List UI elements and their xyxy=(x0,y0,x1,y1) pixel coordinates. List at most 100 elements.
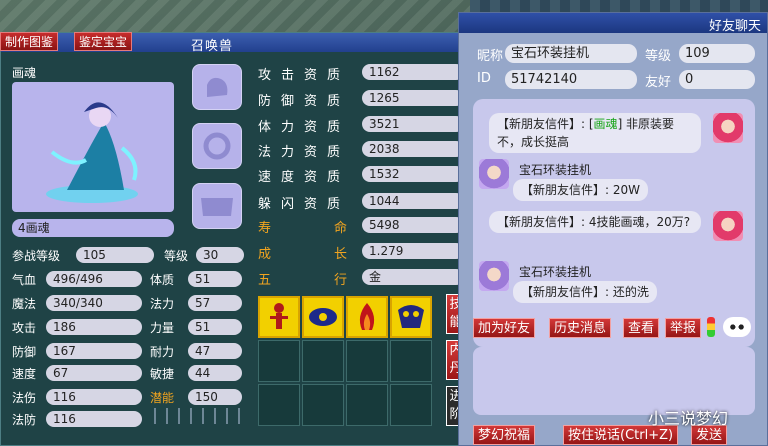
equip-slot-2-icon xyxy=(203,132,231,160)
nickname-label: 昵称 xyxy=(477,49,504,64)
equip-slot-3-icon xyxy=(201,198,233,216)
eye-skill-icon xyxy=(309,308,337,326)
life-label-2: 命 xyxy=(334,221,348,236)
stat-value-endurance: 47 xyxy=(188,343,242,359)
make-catalog-tab[interactable]: 制作图鉴 xyxy=(0,32,59,51)
aptitude-value-speed: 1532 xyxy=(362,166,464,182)
stat-label-potential: 潜能 xyxy=(150,391,175,405)
stat-value-hp: 496/496 xyxy=(46,271,142,287)
stat-value-strength: 51 xyxy=(188,319,242,335)
equip-slot-1[interactable] xyxy=(192,64,242,110)
id-value: 51742140 xyxy=(505,70,637,89)
join-level-value: 105 xyxy=(76,247,154,263)
stat-label-strength: 力量 xyxy=(150,321,175,335)
equip-slot-1-icon xyxy=(207,77,228,97)
join-level-label: 参战等级 xyxy=(12,249,61,263)
emoji-icon[interactable] xyxy=(723,317,751,337)
level-label: 等级 xyxy=(164,249,189,263)
pet-type-label: 画魂 xyxy=(12,66,37,80)
identify-pet-tab[interactable]: 鉴定宝宝 xyxy=(74,32,133,51)
message-list[interactable]: 【新朋友信件】: [画魂] 非原装要不，成长挺高 宝石环装挂机 【新朋友信件】:… xyxy=(473,99,755,347)
decorative-border xyxy=(154,408,240,424)
equip-slot-3[interactable] xyxy=(192,183,242,229)
friend-avatar-2 xyxy=(479,261,509,291)
life-value: 5498 xyxy=(362,217,464,233)
message-4-sender: 宝石环装挂机 xyxy=(519,265,592,279)
stat-label-magic-damage: 法伤 xyxy=(12,391,37,405)
aptitude-label-speed: 速度资质 xyxy=(258,170,351,185)
nickname-value: 宝石环装挂机 xyxy=(505,44,637,63)
stat-value-constitution: 51 xyxy=(188,271,242,287)
stat-value-agility: 44 xyxy=(188,365,242,381)
view-button[interactable]: 查看 xyxy=(623,318,660,338)
stat-label-speed: 速度 xyxy=(12,367,37,381)
id-label: ID xyxy=(477,71,491,86)
growth-value: 1.279 xyxy=(362,243,464,259)
stat-value-speed: 67 xyxy=(46,365,142,381)
status-light-icon xyxy=(707,317,715,337)
summon-window-title: 召唤兽 xyxy=(191,39,234,54)
summon-titlebar[interactable] xyxy=(1,33,477,52)
stat-value-mp: 340/340 xyxy=(46,295,142,311)
skill-slot-6[interactable] xyxy=(302,340,344,382)
self-avatar xyxy=(713,113,743,143)
self-avatar-2 xyxy=(713,211,743,241)
aptitude-value-defense: 1265 xyxy=(362,90,464,106)
message-1: 【新朋友信件】: [画魂] 非原装要不，成长挺高 xyxy=(489,113,701,153)
friend-level-label: 等级 xyxy=(645,49,672,64)
demon-skill-icon xyxy=(398,305,424,328)
skill-slot-2[interactable] xyxy=(302,296,344,338)
friend-level-value: 109 xyxy=(679,44,755,63)
message-2: 【新朋友信件】: 20W xyxy=(513,179,648,201)
friend-avatar xyxy=(479,159,509,189)
skill-slot-11[interactable] xyxy=(346,384,388,426)
stat-value-potential: 150 xyxy=(188,389,242,405)
stat-value-magic-damage: 116 xyxy=(46,389,142,405)
message-1-highlight: 画魂 xyxy=(593,117,618,131)
aptitude-label-dodge: 躲闪资质 xyxy=(258,197,351,212)
skill-slot-9[interactable] xyxy=(258,384,300,426)
stat-value-defense: 167 xyxy=(46,343,142,359)
chat-window-title: 好友聊天 xyxy=(708,19,761,34)
life-label-1: 寿 xyxy=(258,221,272,236)
message-1-prefix: 【新朋友信件】: [ xyxy=(497,117,594,131)
skill-slot-10[interactable] xyxy=(302,384,344,426)
element-label-2: 行 xyxy=(334,273,348,288)
blessing-button[interactable]: 梦幻祝福 xyxy=(473,425,536,445)
aptitude-label-magic: 法力资质 xyxy=(258,145,351,160)
aptitude-value-magic: 2038 xyxy=(362,141,464,157)
skill-slot-4[interactable] xyxy=(390,296,432,338)
growth-label-2: 长 xyxy=(334,247,348,262)
equip-slot-2[interactable] xyxy=(192,123,242,169)
flame-skill-icon xyxy=(359,303,375,330)
skill-slot-8[interactable] xyxy=(390,340,432,382)
report-button[interactable]: 举报 xyxy=(665,318,702,338)
add-friend-button[interactable]: 加为好友 xyxy=(473,318,536,338)
aptitude-label-stamina: 体力资质 xyxy=(258,120,351,135)
aptitude-label-attack: 攻击资质 xyxy=(258,68,351,83)
stat-label-mp: 魔法 xyxy=(12,297,37,311)
stat-label-hp: 气血 xyxy=(12,273,37,287)
skill-slot-3[interactable] xyxy=(346,296,388,338)
element-value: 金 xyxy=(362,269,464,285)
stat-value-attack: 186 xyxy=(46,319,142,335)
skill-slot-12[interactable] xyxy=(390,384,432,426)
friendship-label: 友好 xyxy=(645,75,672,90)
history-button[interactable]: 历史消息 xyxy=(549,318,612,338)
aptitude-label-defense: 防御资质 xyxy=(258,94,351,109)
skill-slot-7[interactable] xyxy=(346,340,388,382)
friend-chat-window: 好友聊天 昵称 宝石环装挂机 等级 109 ID 51742140 友好 0 【… xyxy=(458,12,768,446)
stat-label-magic-defense: 法防 xyxy=(12,413,37,427)
stat-label-defense: 防御 xyxy=(12,345,37,359)
stat-label-agility: 敏捷 xyxy=(150,367,175,381)
stat-value-magic: 57 xyxy=(188,295,242,311)
pet-name-field[interactable]: 4画魂 xyxy=(12,219,174,237)
skill-slot-1[interactable] xyxy=(258,296,300,338)
skill-slot-5[interactable] xyxy=(258,340,300,382)
stat-label-constitution: 体质 xyxy=(150,273,175,287)
stat-value-magic-defense: 116 xyxy=(46,411,142,427)
aptitude-value-dodge: 1044 xyxy=(362,193,464,209)
level-value: 30 xyxy=(196,247,244,263)
message-2-sender: 宝石环装挂机 xyxy=(519,163,592,177)
stat-label-endurance: 耐力 xyxy=(150,345,175,359)
